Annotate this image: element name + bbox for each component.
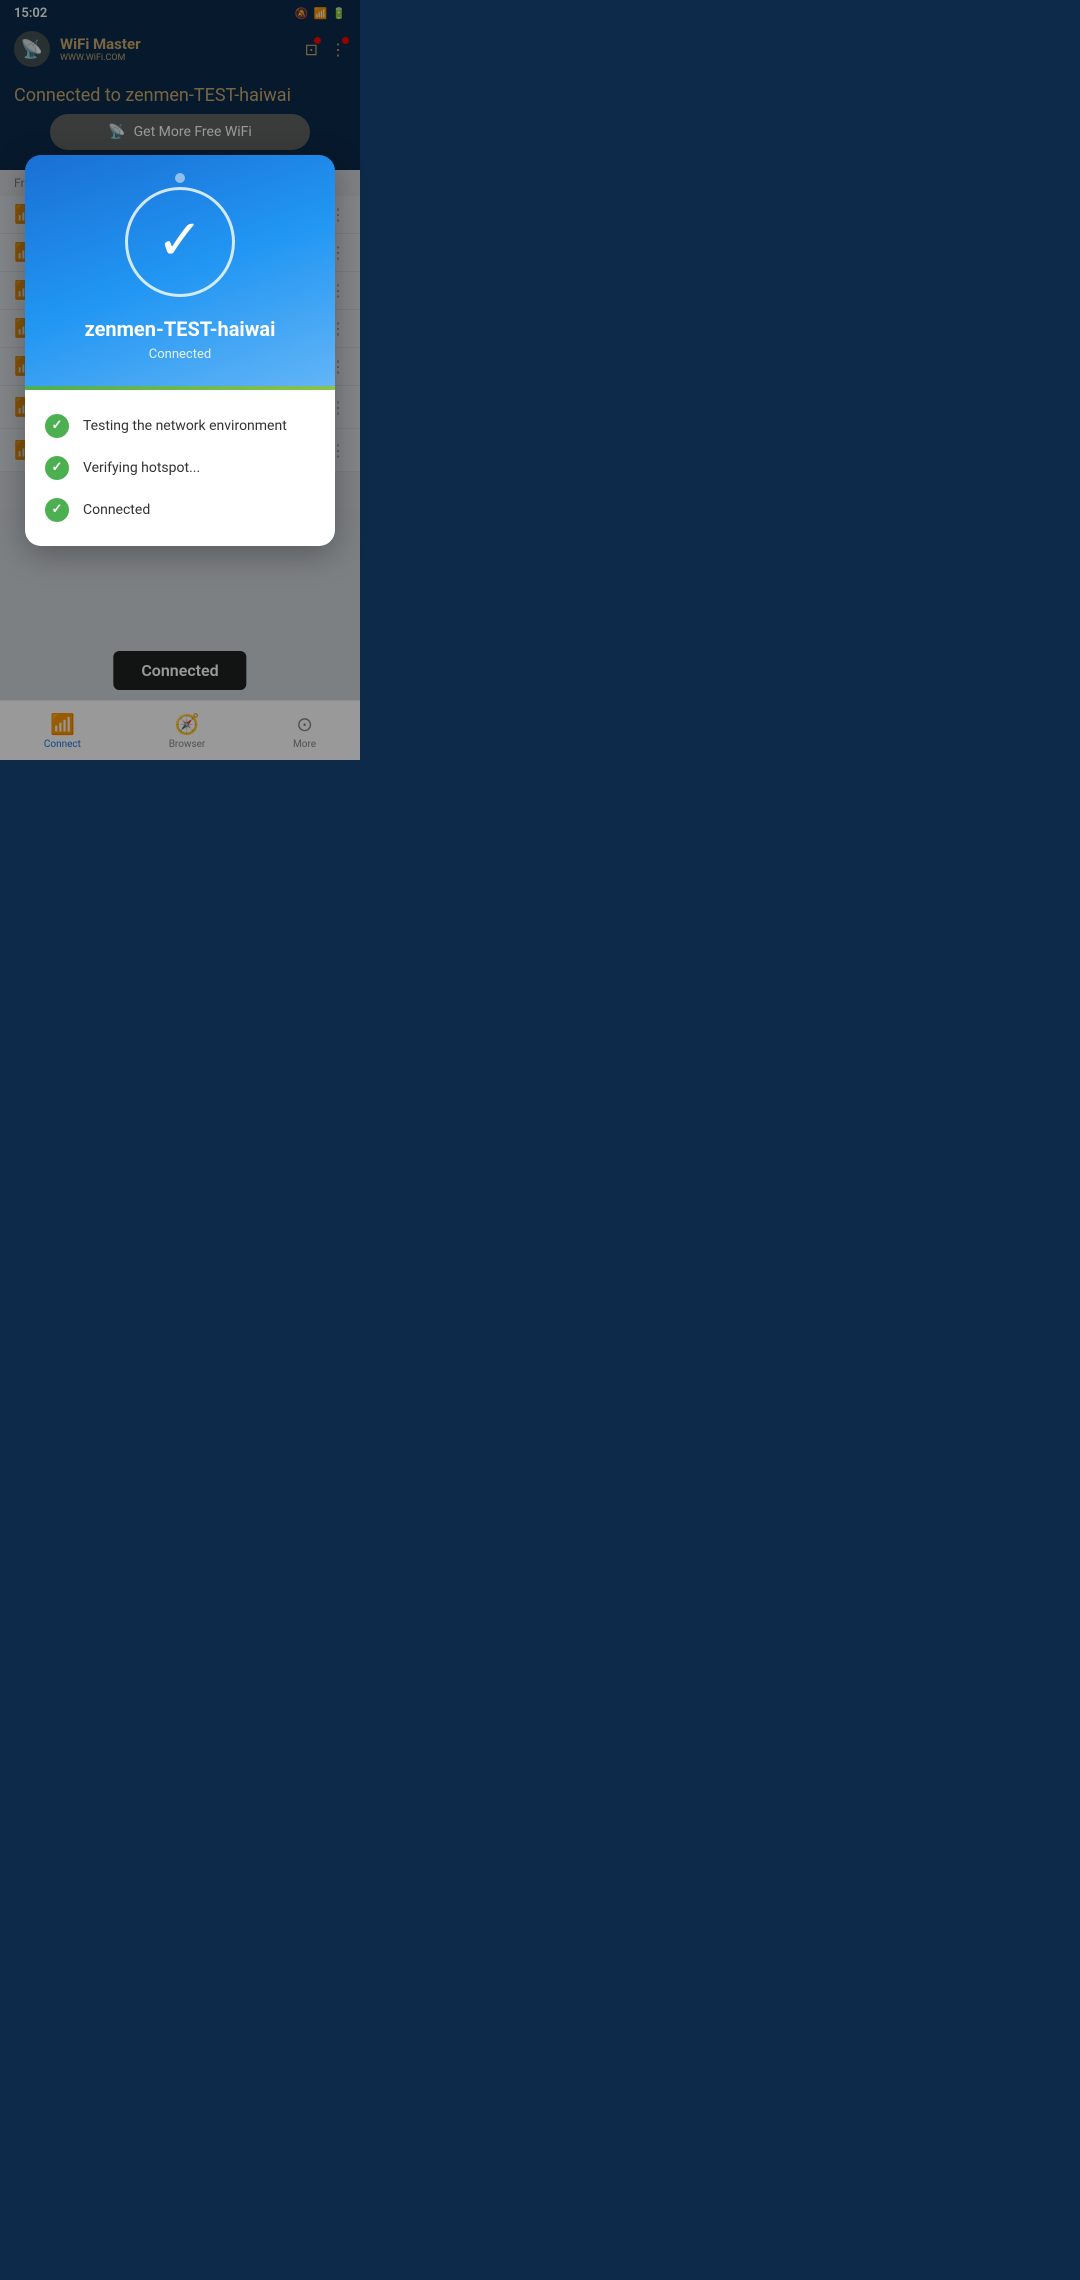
connection-modal: ✓ zenmen-TEST-haiwai Connected Testing t… xyxy=(25,155,335,546)
checkmark-circle: ✓ xyxy=(125,187,235,297)
modal-top: ✓ zenmen-TEST-haiwai Connected xyxy=(25,155,335,390)
check-text-connected: Connected xyxy=(83,502,150,518)
check-item-network: Testing the network environment xyxy=(45,414,315,438)
check-icon-network xyxy=(45,414,69,438)
checkmark-icon: ✓ xyxy=(157,212,204,268)
check-icon-connected xyxy=(45,498,69,522)
modal-bottom: Testing the network environment Verifyin… xyxy=(25,390,335,546)
check-text-network: Testing the network environment xyxy=(83,418,287,434)
check-item-connected: Connected xyxy=(45,498,315,522)
check-icon-hotspot xyxy=(45,456,69,480)
modal-connected-label: Connected xyxy=(149,347,211,362)
modal-decoration xyxy=(175,173,185,183)
check-text-hotspot: Verifying hotspot... xyxy=(83,460,200,476)
modal-overlay: ✓ zenmen-TEST-haiwai Connected Testing t… xyxy=(0,0,360,760)
modal-wifi-name: zenmen-TEST-haiwai xyxy=(85,317,276,341)
check-item-hotspot: Verifying hotspot... xyxy=(45,456,315,480)
